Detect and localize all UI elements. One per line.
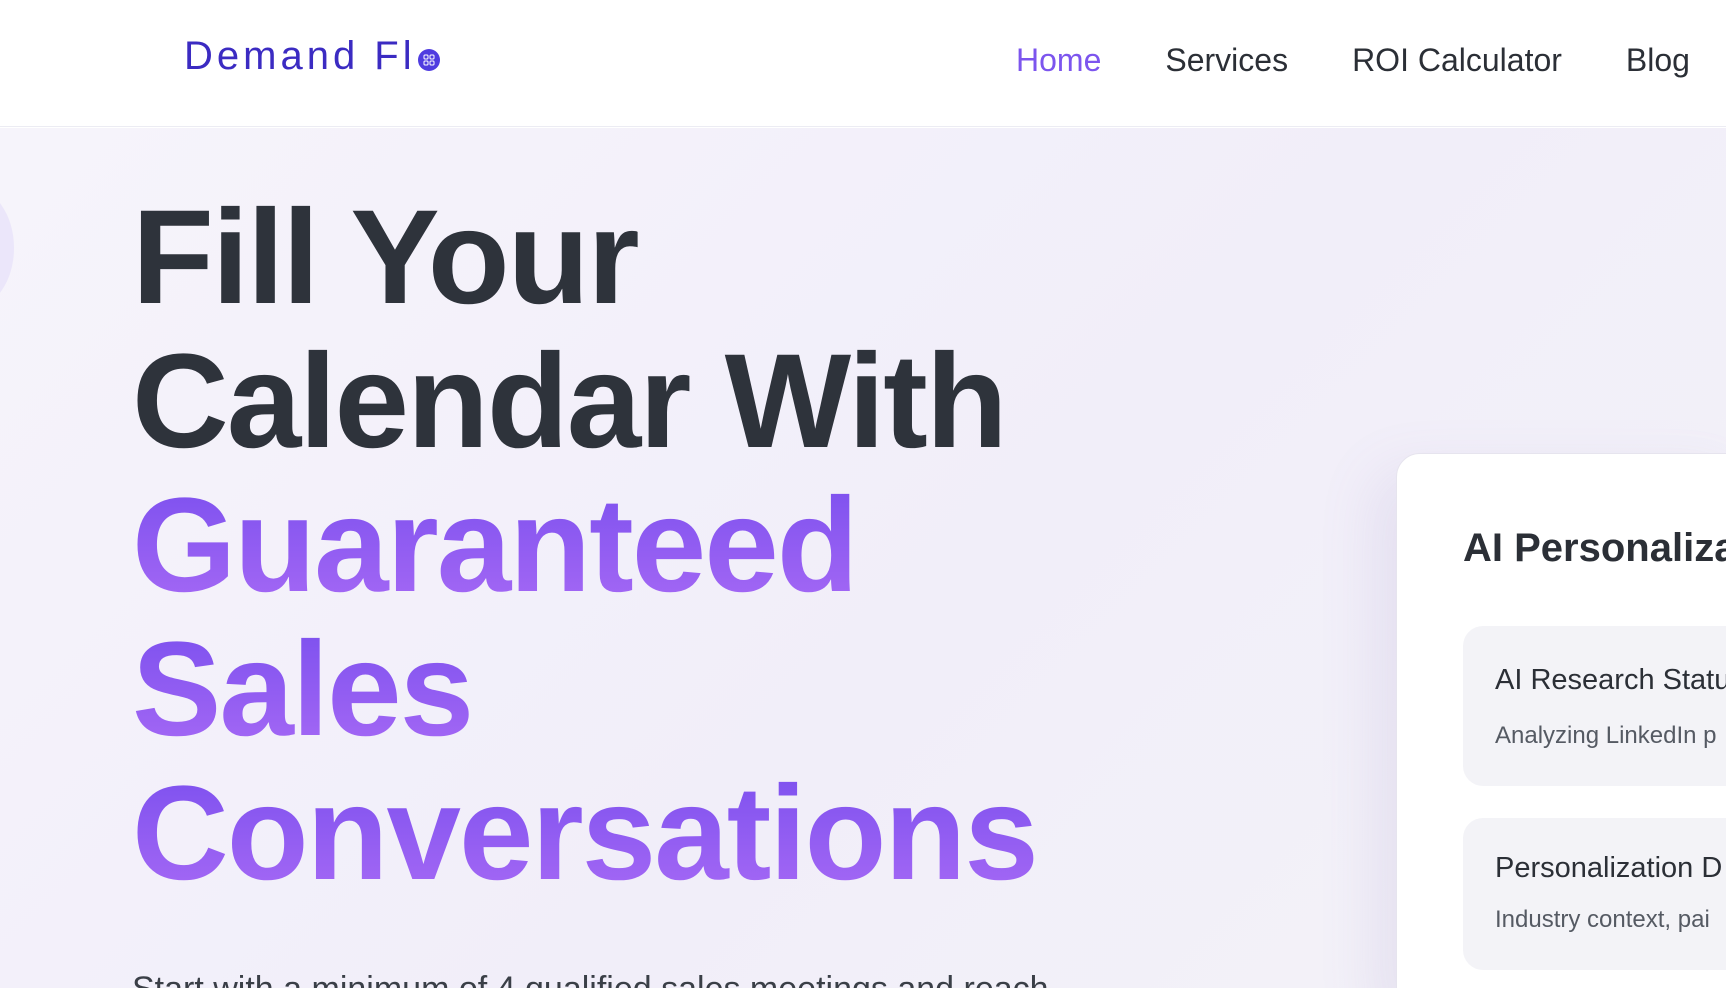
nav-home[interactable]: Home [1016,42,1101,79]
logo[interactable]: Demand Fl [184,34,440,79]
personalization-data-box: Personalization D Industry context, pai [1463,818,1726,970]
nav-blog[interactable]: Blog [1626,42,1690,79]
ai-research-status-title: AI Research Statu [1495,664,1726,696]
ai-personalization-card: AI Personaliza AI Research Statu Analyzi… [1396,453,1726,988]
headline-line-1: Fill Your [132,183,640,332]
headline-accent-3: Conversations [132,759,1039,908]
logo-text: Demand Fl [184,34,416,78]
headline-line-2: Calendar With [132,327,1008,476]
headline-accent-2: Sales [132,618,1037,762]
decorative-blob [0,188,14,308]
ai-research-status-desc: Analyzing LinkedIn p [1495,722,1717,749]
ai-research-status-box: AI Research Statu Analyzing LinkedIn p [1463,626,1726,786]
nav-roi-calculator[interactable]: ROI Calculator [1352,42,1562,79]
site-header: Demand Fl Home Services ROI Calculator B… [0,0,1726,127]
logo-grid-icon [417,48,440,71]
personalization-data-desc: Industry context, pai [1495,906,1710,933]
hero-headline: Fill Your Calendar With Guaranteed Sales… [132,183,1039,908]
card-title: AI Personaliza [1463,526,1726,570]
hero-subheadline: Start with a minimum of 4 qualified sale… [132,970,1049,988]
nav-services[interactable]: Services [1165,42,1288,79]
hero-section: Fill Your Calendar With Guaranteed Sales… [0,128,1726,988]
personalization-data-title: Personalization D [1495,852,1723,884]
main-nav: Home Services ROI Calculator Blog [1016,42,1690,79]
headline-accent-1: Guaranteed [132,474,1037,618]
